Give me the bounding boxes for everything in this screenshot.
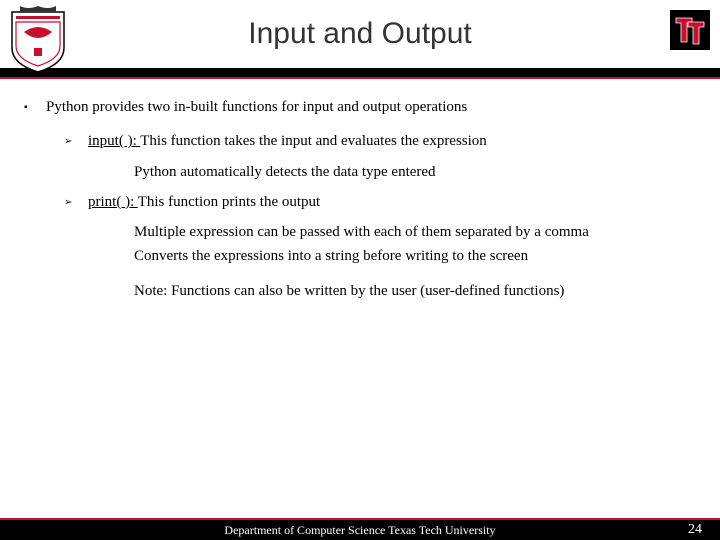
item1-sub: Python automatically detects the data ty…: [134, 162, 696, 182]
item2-line: print( ): This function prints the outpu…: [88, 192, 320, 212]
texas-tech-logo-icon: [670, 10, 710, 50]
slide-title: Input and Output: [0, 17, 720, 51]
slide: Input and Output ▪ Python provides two i…: [0, 0, 720, 540]
footer-text: Department of Computer Science Texas Tec…: [0, 523, 720, 538]
body-content: ▪ Python provides two in-built functions…: [0, 79, 720, 540]
bullet-level1: ▪ Python provides two in-built functions…: [24, 97, 696, 117]
divider-black: [0, 68, 720, 77]
triangle-bullet-icon: ➢: [64, 196, 78, 212]
main-text: Python provides two in-built functions f…: [46, 97, 467, 117]
note-text: Note: Functions can also be written by t…: [134, 281, 696, 301]
item2-func: print( ):: [88, 194, 138, 210]
item1-line: input( ): This function takes the input …: [88, 131, 487, 151]
page-number: 24: [688, 522, 702, 538]
bullet-level2-print: ➢ print( ): This function prints the out…: [64, 192, 696, 212]
university-shield-icon: [10, 4, 66, 74]
header: Input and Output: [0, 0, 720, 68]
item1-func: input( ):: [88, 133, 140, 149]
footer-bar: Department of Computer Science Texas Tec…: [0, 520, 720, 540]
item2-sub2: Converts the expressions into a string b…: [134, 246, 696, 266]
item2-sub1: Multiple expression can be passed with e…: [134, 222, 696, 242]
item2-desc: This function prints the output: [138, 194, 320, 210]
square-bullet-icon: ▪: [24, 101, 32, 117]
bullet-level2-input: ➢ input( ): This function takes the inpu…: [64, 131, 696, 151]
triangle-bullet-icon: ➢: [64, 135, 78, 151]
item1-desc: This function takes the input and evalua…: [140, 133, 487, 149]
footer: Department of Computer Science Texas Tec…: [0, 518, 720, 540]
